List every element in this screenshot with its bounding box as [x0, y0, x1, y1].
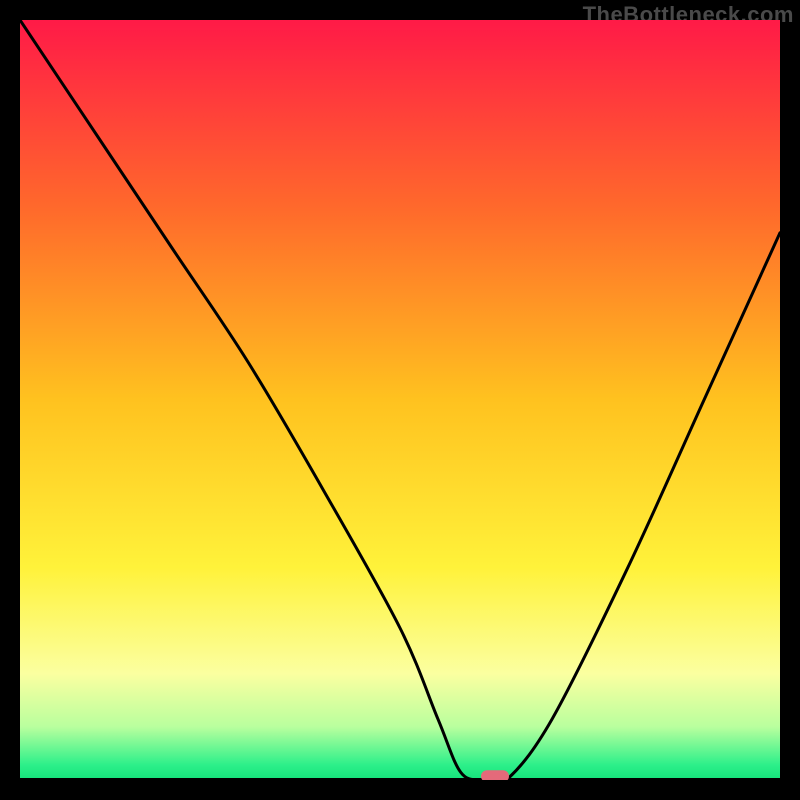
chart-background	[20, 20, 780, 780]
bottleneck-chart	[20, 20, 780, 780]
optimal-marker	[481, 770, 509, 780]
chart-svg	[20, 20, 780, 780]
chart-frame: TheBottleneck.com	[0, 0, 800, 800]
